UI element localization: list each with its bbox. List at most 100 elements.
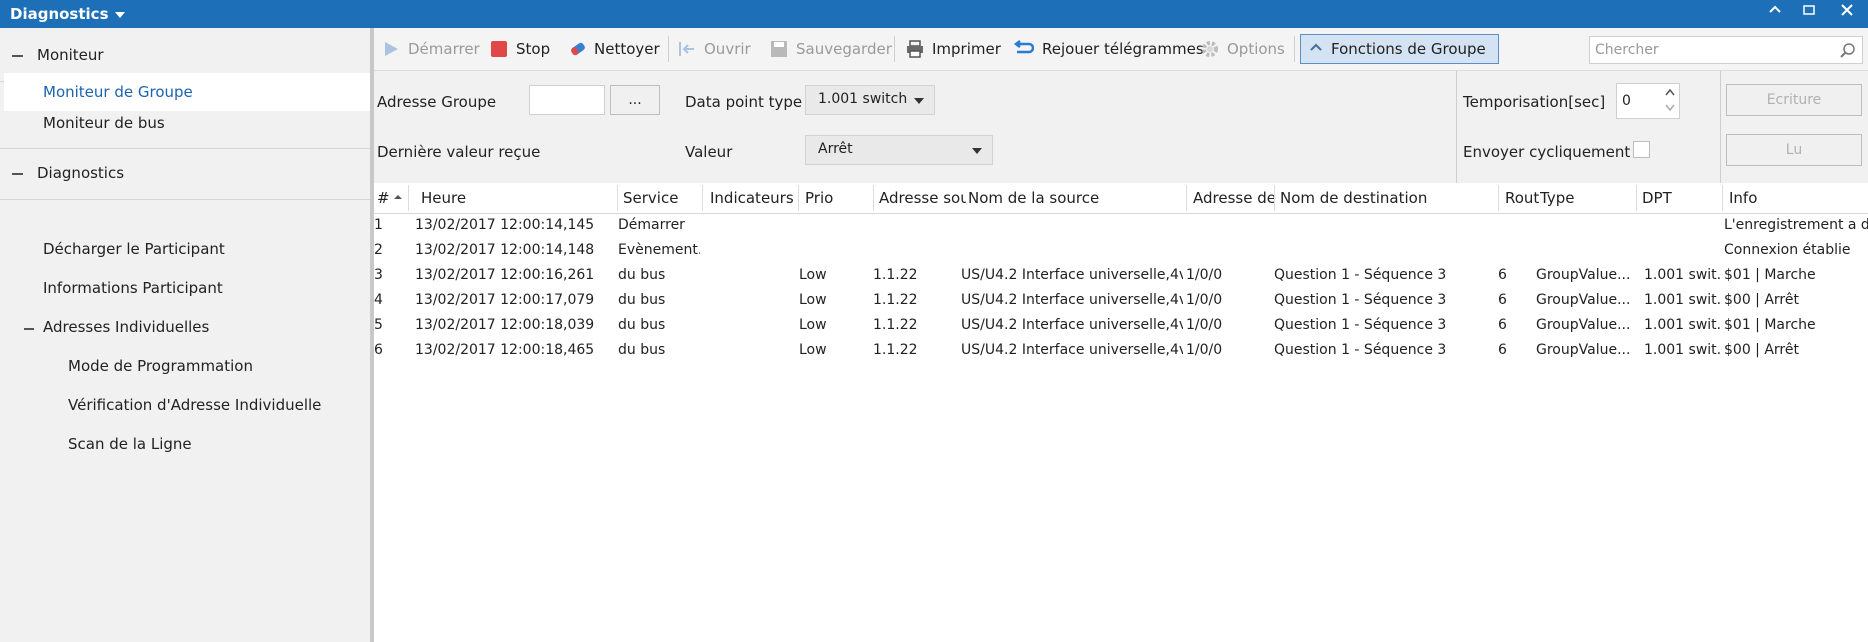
delay-stepper[interactable]: 0 xyxy=(1616,83,1680,119)
table-row[interactable]: 1 13/02/2017 12:00:14,145 Démarrer L'enregi… xyxy=(374,213,1868,238)
play-icon xyxy=(382,40,400,58)
clean-button[interactable]: Nettoyer xyxy=(568,37,660,61)
group-functions-toggle[interactable]: Fonctions de Groupe xyxy=(1300,34,1499,64)
select-value: 1.001 switch xyxy=(818,91,908,107)
column-separator[interactable] xyxy=(1636,185,1637,211)
column-header-destination-name[interactable]: Nom de destination xyxy=(1280,189,1480,207)
collapse-icon[interactable] xyxy=(1762,3,1788,23)
panel-divider xyxy=(1720,71,1721,183)
table-row[interactable]: 4 13/02/2017 12:00:17,079 du bus Low 1.1.22 U… xyxy=(374,288,1868,313)
sidebar-item-moniteur-de-groupe[interactable]: Moniteur de Groupe xyxy=(4,73,370,111)
button-label: Nettoyer xyxy=(594,40,660,58)
column-header-destination-address[interactable]: Adresse de xyxy=(1193,189,1276,207)
print-button[interactable]: Imprimer xyxy=(906,37,1001,61)
sidebar-item-label: Scan de la Ligne xyxy=(68,435,192,453)
cell-priority: Low xyxy=(799,342,827,358)
sidebar-item-label: Mode de Programmation xyxy=(68,357,253,375)
cell-priority: Low xyxy=(799,292,827,308)
column-separator[interactable] xyxy=(702,185,703,211)
sidebar-item-label: Adresses Individuelles xyxy=(43,318,210,336)
cyclic-send-checkbox[interactable] xyxy=(1633,141,1650,158)
value-select[interactable]: Arrêt xyxy=(805,135,993,165)
table-row[interactable]: 5 13/02/2017 12:00:18,039 du bus Low 1.1.22 U… xyxy=(374,313,1868,338)
column-header-number[interactable]: # xyxy=(377,189,393,207)
group-address-label: Adresse Groupe xyxy=(377,93,497,111)
stepper-down-icon[interactable] xyxy=(1665,104,1675,112)
search-icon[interactable] xyxy=(1840,42,1856,58)
start-button[interactable]: Démarrer xyxy=(382,37,480,61)
collapse-minus-icon[interactable] xyxy=(12,173,23,175)
collapse-minus-icon[interactable] xyxy=(24,328,34,330)
chevron-down-icon xyxy=(914,98,924,104)
toolbar-separator xyxy=(668,36,669,62)
column-separator[interactable] xyxy=(798,185,799,211)
sidebar-item-label: Décharger le Participant xyxy=(43,240,225,258)
column-header-service[interactable]: Service xyxy=(623,189,697,207)
column-header-type[interactable]: Type xyxy=(1540,189,1610,207)
collapse-minus-icon[interactable] xyxy=(12,55,23,57)
table-row[interactable]: 6 13/02/2017 12:00:18,465 du bus Low 1.1.22 U… xyxy=(374,338,1868,363)
read-button[interactable]: Lu xyxy=(1726,134,1862,166)
column-separator[interactable] xyxy=(1186,185,1187,211)
chevron-down-icon xyxy=(114,11,125,18)
button-label: Démarrer xyxy=(408,40,480,58)
cell-info: L'enregistrement a dé xyxy=(1724,217,1868,233)
cell-number: 5 xyxy=(374,317,383,333)
dpt-select[interactable]: 1.001 switch xyxy=(805,85,935,115)
write-button[interactable]: Ecriture xyxy=(1726,84,1862,116)
stop-icon xyxy=(490,40,508,58)
sidebar-item-decharger-participant[interactable]: Décharger le Participant xyxy=(43,240,225,258)
column-separator[interactable] xyxy=(1722,185,1723,211)
stepper-up-icon[interactable] xyxy=(1665,88,1675,96)
column-header-source-name[interactable]: Nom de la source xyxy=(968,189,1178,207)
maximize-icon[interactable] xyxy=(1796,3,1822,23)
cell-dpt: 1.001 swit... xyxy=(1644,342,1722,358)
table-row[interactable]: 2 13/02/2017 12:00:14,148 Evènement... Conn… xyxy=(374,238,1868,263)
cell-number: 1 xyxy=(374,217,383,233)
column-header-dpt[interactable]: DPT xyxy=(1642,189,1702,207)
sidebar-item-verification-adresse[interactable]: Vérification d'Adresse Individuelle xyxy=(68,396,321,414)
cell-source-address: 1.1.22 xyxy=(873,317,918,333)
app-menu[interactable]: Diagnostics xyxy=(10,5,125,23)
save-button[interactable]: Sauvegarder xyxy=(770,37,892,61)
replay-telegrams-button[interactable]: Rejouer télégrammes xyxy=(1012,37,1204,61)
column-separator[interactable] xyxy=(1274,185,1275,211)
stop-button[interactable]: Stop xyxy=(490,37,550,61)
browse-group-address-button[interactable]: ... xyxy=(610,85,660,115)
cell-info: $01 | Marche xyxy=(1724,267,1816,283)
cell-routing: 6 xyxy=(1498,342,1507,358)
cell-source-name: US/U4.2 Interface universelle,4v... xyxy=(961,317,1183,333)
column-header-priority[interactable]: Prio xyxy=(805,189,861,207)
cell-type: GroupValue... xyxy=(1536,317,1631,333)
table-row[interactable]: 3 13/02/2017 12:00:16,261 du bus Low 1.1.22 U… xyxy=(374,263,1868,288)
sidebar-group-diagnostics[interactable]: Diagnostics xyxy=(0,148,370,200)
cell-source-address: 1.1.22 xyxy=(873,342,918,358)
open-button[interactable]: Ouvrir xyxy=(678,37,751,61)
sidebar-item-scan-ligne[interactable]: Scan de la Ligne xyxy=(68,435,192,453)
cell-destination-name: Question 1 - Séquence 3 xyxy=(1274,267,1447,283)
column-separator[interactable] xyxy=(408,185,409,211)
column-header-routing[interactable]: Rout xyxy=(1505,189,1539,207)
value-label: Valeur xyxy=(685,143,733,161)
group-address-input[interactable] xyxy=(529,85,605,115)
cell-type: GroupValue... xyxy=(1536,292,1631,308)
search-input[interactable]: Chercher xyxy=(1589,36,1863,64)
column-header-info[interactable]: Info xyxy=(1729,189,1868,207)
column-header-source-address[interactable]: Adresse sou xyxy=(879,189,966,207)
search-placeholder: Chercher xyxy=(1595,42,1659,58)
cell-info: $00 | Arrêt xyxy=(1724,292,1799,308)
column-separator[interactable] xyxy=(873,185,874,211)
close-icon[interactable] xyxy=(1834,3,1860,23)
cell-priority: Low xyxy=(799,317,827,333)
column-header-time[interactable]: Heure xyxy=(421,189,571,207)
toolbar: Démarrer Stop Nettoyer Ouvrir Sauvegarde… xyxy=(374,28,1868,71)
column-header-flags[interactable]: Indicateurs xyxy=(710,189,796,207)
sidebar-item-mode-programmation[interactable]: Mode de Programmation xyxy=(68,357,253,375)
sidebar-item-moniteur-de-bus[interactable]: Moniteur de bus xyxy=(43,114,165,132)
options-button[interactable]: Options xyxy=(1201,37,1285,61)
sidebar-item-label: Moniteur de Groupe xyxy=(43,83,193,101)
sidebar-item-informations-participant[interactable]: Informations Participant xyxy=(43,279,223,297)
column-separator[interactable] xyxy=(617,185,618,211)
column-separator[interactable] xyxy=(1498,185,1499,211)
sidebar-item-adresses-individuelles[interactable]: Adresses Individuelles xyxy=(43,318,209,336)
